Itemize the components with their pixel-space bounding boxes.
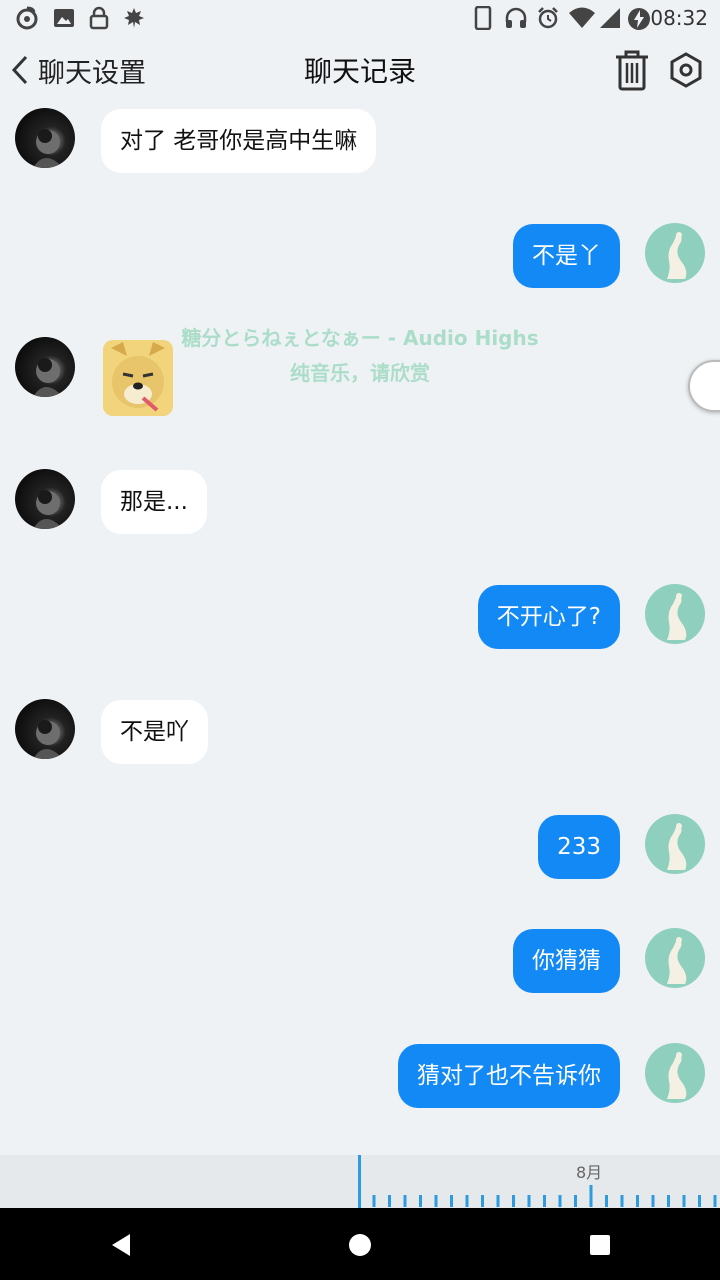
back-button[interactable]: 聊天设置: [10, 48, 146, 92]
home-nav-icon[interactable]: [345, 1230, 375, 1260]
timeline-month-label: 8月: [576, 1163, 603, 1182]
avatar-image: [667, 593, 687, 640]
message-bubble-received[interactable]: 对了 老哥你是高中生嘛: [101, 109, 377, 173]
timeline-ticks: [372, 1185, 717, 1207]
chevron-left-icon: [11, 55, 28, 85]
phone-icon: [474, 6, 492, 30]
message-bubble-sent[interactable]: 不是丫: [513, 224, 620, 288]
lock-icon: [89, 6, 109, 30]
status-time: 08:32: [650, 6, 708, 30]
signal-icon: [600, 8, 620, 28]
title-bar: 聊天设置 聊天记录: [0, 36, 720, 104]
message-bubble-received[interactable]: 不是吖: [101, 700, 208, 764]
my-avatar[interactable]: [645, 814, 705, 874]
my-avatar[interactable]: [645, 1043, 705, 1103]
settings-icon[interactable]: [666, 50, 706, 90]
battery-charging-icon: [628, 8, 650, 30]
message-bubble-sent[interactable]: 不开心了?: [477, 585, 620, 649]
status-bar: 08:32: [0, 0, 720, 36]
lyric-line-1: 糖分とらねぇとなぁー - Audio Highs: [181, 326, 539, 350]
avatar-image: [667, 937, 687, 984]
wifi-icon: [569, 7, 595, 28]
system-nav-bar: [0, 1208, 720, 1280]
image-icon: [54, 9, 74, 27]
message-bubble-sent[interactable]: 猜对了也不告诉你: [398, 1044, 620, 1108]
my-avatar[interactable]: [645, 584, 705, 644]
netease-music-icon: [16, 6, 38, 30]
lyric-line-2: 纯音乐，请欣赏: [290, 361, 430, 385]
recents-nav-icon[interactable]: [585, 1230, 615, 1260]
contact-avatar[interactable]: [15, 469, 75, 529]
message-bubble-sent[interactable]: 233: [538, 815, 620, 879]
leaf-icon: [124, 8, 144, 28]
avatar-image: [667, 1052, 687, 1099]
avatar-image: [33, 129, 63, 168]
message-bubble-sent[interactable]: 你猜猜: [513, 929, 620, 993]
trash-icon[interactable]: [612, 48, 652, 92]
my-avatar[interactable]: [645, 223, 705, 283]
avatar-image: [33, 490, 63, 529]
my-avatar[interactable]: [645, 928, 705, 988]
contact-avatar[interactable]: [15, 108, 75, 168]
date-timeline[interactable]: 8月: [0, 1155, 720, 1208]
avatar-image: [667, 232, 687, 279]
contact-avatar[interactable]: [15, 699, 75, 759]
alarm-icon: [538, 7, 558, 29]
avatar-image: [33, 720, 63, 759]
back-label: 聊天设置: [38, 57, 146, 89]
avatar-image: [667, 823, 687, 870]
back-nav-icon[interactable]: [106, 1230, 136, 1260]
headphones-icon: [505, 7, 527, 28]
message-bubble-received[interactable]: 那是...: [101, 470, 207, 534]
